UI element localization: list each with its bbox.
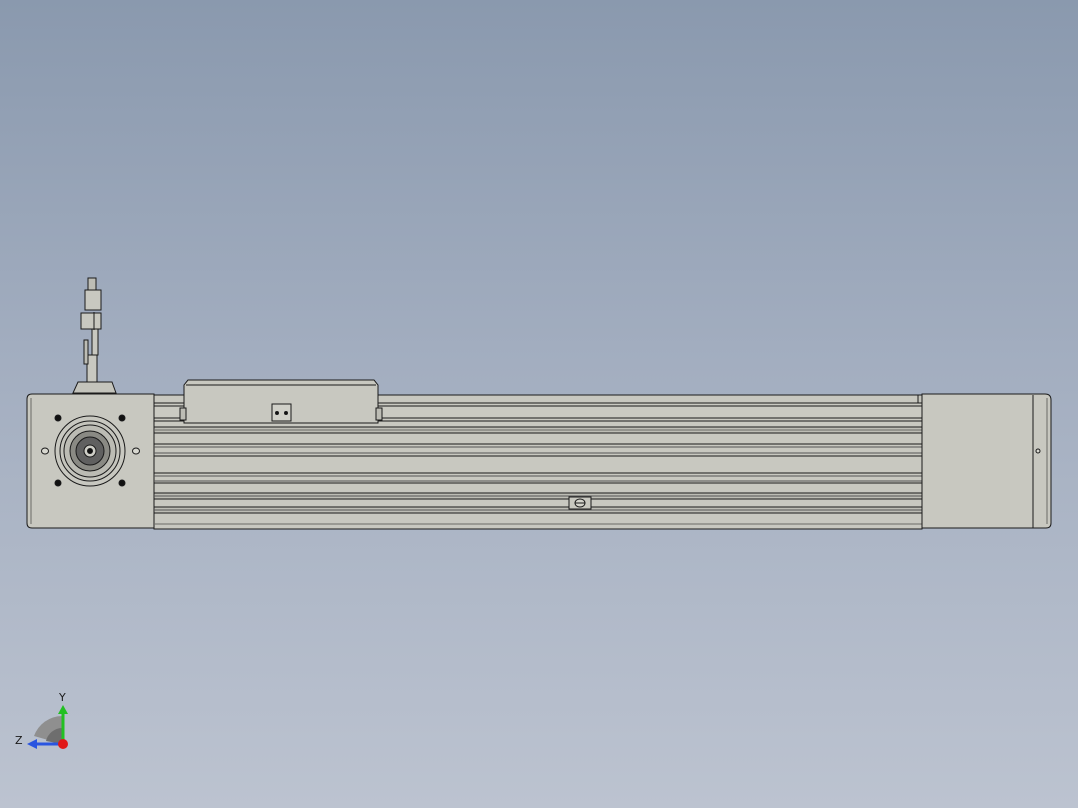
cad-viewport[interactable]: Y Z [0, 0, 1078, 808]
mount-hole-icon [118, 479, 126, 487]
mount-hole-icon [118, 414, 126, 422]
right-end-cap [917, 393, 1052, 529]
linear-actuator-model[interactable] [26, 277, 1052, 530]
mount-hole-icon [54, 479, 62, 487]
carriage-block[interactable] [179, 379, 383, 424]
x-axis-point-icon [58, 739, 68, 749]
mount-hole-icon [54, 414, 62, 422]
y-axis-label: Y [58, 691, 66, 704]
view-orientation-triad: Y Z [15, 691, 68, 749]
sensor-assembly [72, 277, 117, 394]
left-end-plate [26, 393, 155, 529]
motor-shaft-icon [54, 415, 126, 487]
z-axis-label: Z [15, 734, 23, 747]
carriage-label-plate [271, 403, 292, 422]
